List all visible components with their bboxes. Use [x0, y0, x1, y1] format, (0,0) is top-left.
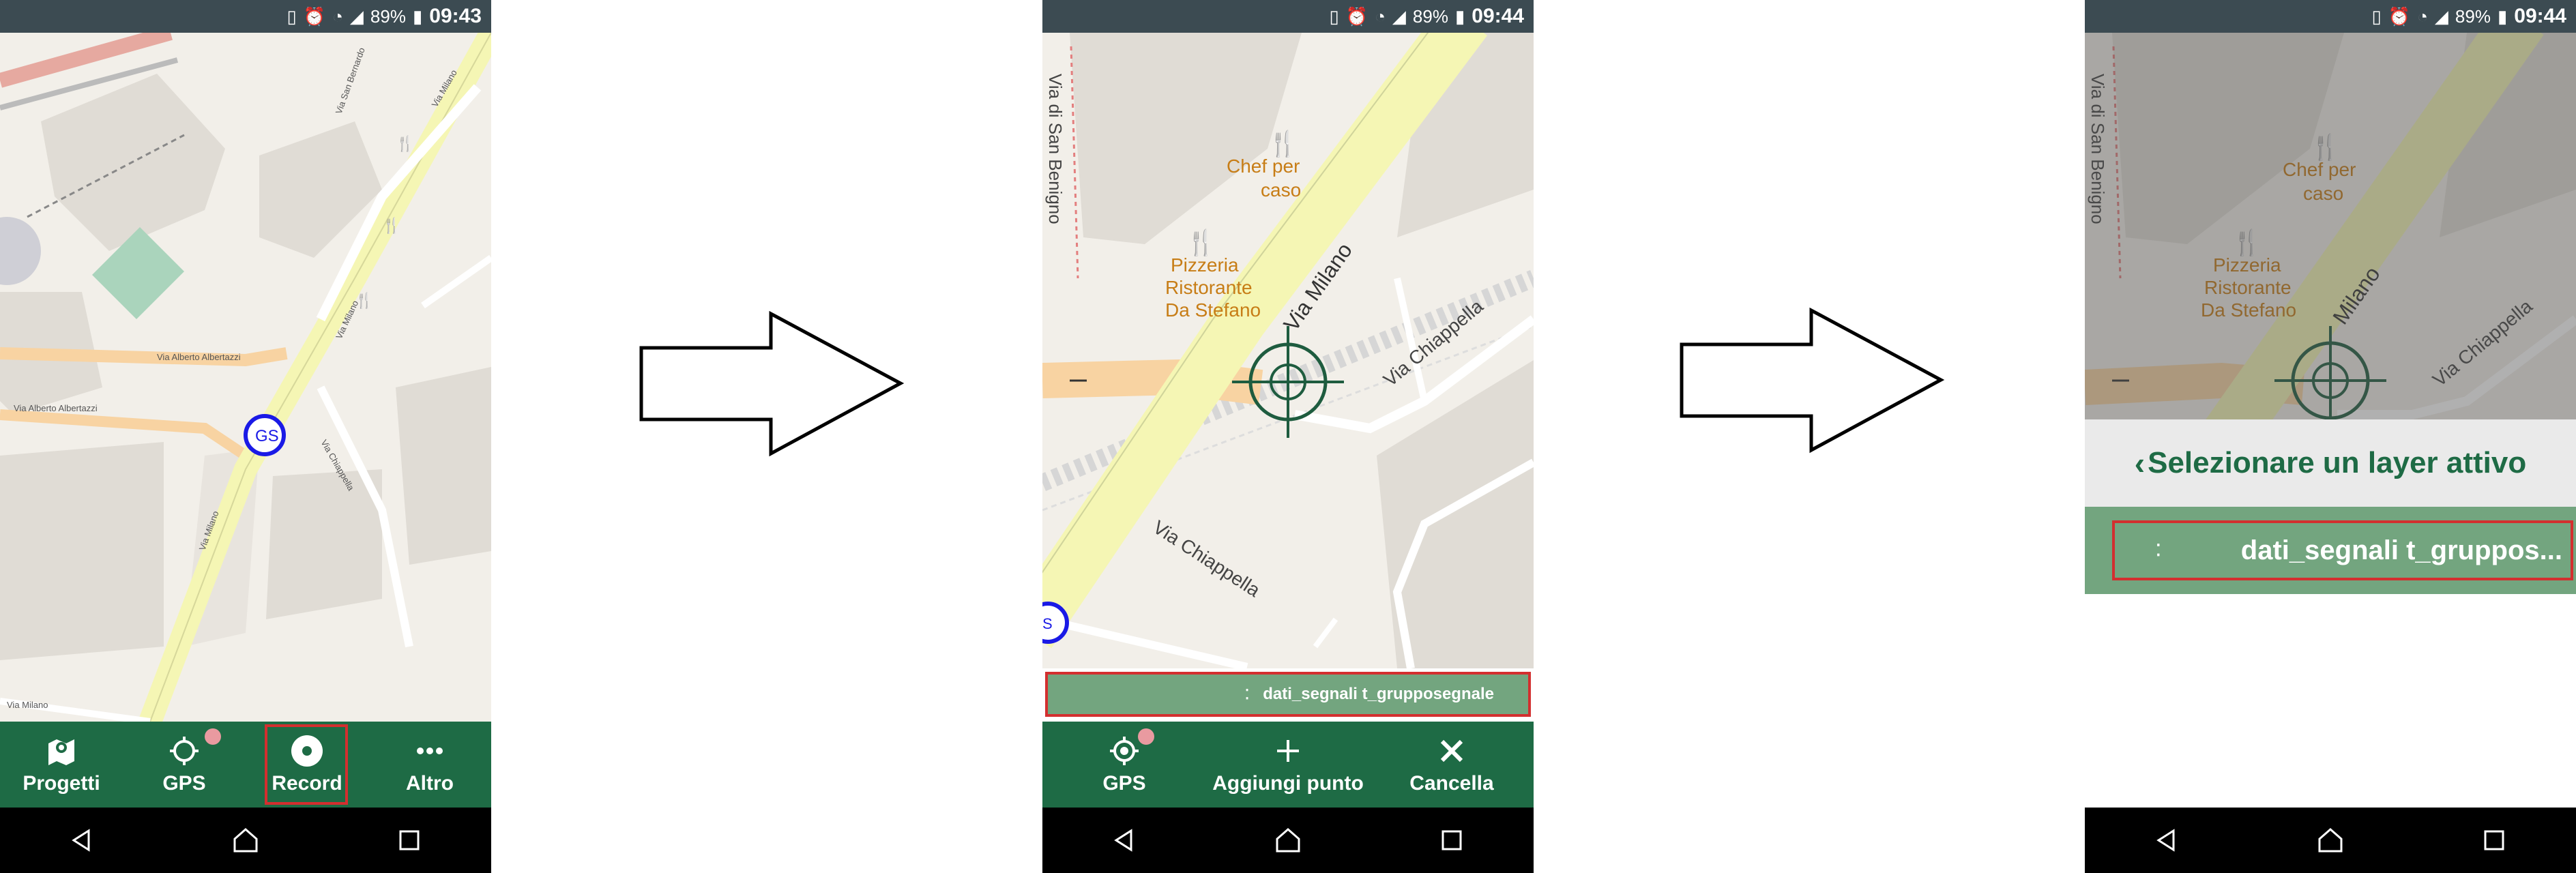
wifi-icon: ◔	[1375, 6, 1386, 27]
plus-icon	[1271, 734, 1305, 768]
active-layer-bar[interactable]: ⁚ dati_segnali t_grupposegnale	[1045, 672, 1531, 717]
dim-overlay	[2085, 33, 2576, 419]
svg-text:🍴: 🍴	[355, 292, 373, 310]
gps-label: GPS	[162, 772, 206, 795]
signal-icon: ◢	[1392, 6, 1406, 27]
gps-marker: GS	[255, 427, 279, 445]
record-highlight	[265, 724, 348, 805]
svg-text:Via Alberto Albertazzi: Via Alberto Albertazzi	[14, 403, 98, 413]
layer-item-label: dati_segnali t_gruppos...	[2240, 535, 2562, 565]
projects-label: Progetti	[23, 772, 100, 795]
status-bar: ▯ ⏰ ◔ ◢ 89% ▮ 09:43	[0, 0, 491, 33]
layer-point-icon: ⁚	[1244, 687, 1250, 702]
poi-label-chef-1: Chef per	[1227, 156, 1300, 177]
signal-icon: ◢	[349, 6, 364, 27]
gps-status-badge	[205, 728, 221, 745]
battery-icon: ▮	[412, 6, 423, 27]
svg-text:Via Alberto Albertazzi: Via Alberto Albertazzi	[157, 352, 241, 362]
recents-icon[interactable]	[2467, 813, 2521, 868]
close-icon	[1435, 734, 1469, 768]
projects-button[interactable]: Progetti	[0, 722, 123, 808]
dialog-title: Selezionare un layer attivo	[2148, 446, 2527, 479]
recents-icon[interactable]	[1424, 813, 1479, 868]
gps-label: GPS	[1102, 772, 1146, 795]
wifi-icon: ◔	[332, 6, 343, 27]
battery-percent: 89%	[2455, 5, 2491, 27]
alarm-icon: ⏰	[1345, 6, 1368, 27]
poi-label-pizzeria-2: Ristorante	[1165, 277, 1253, 298]
layer-item-highlight[interactable]: ⁚ dati_segnali t_gruppos...	[2112, 520, 2573, 580]
more-label: Altro	[406, 772, 454, 795]
battery-icon: ▮	[1454, 6, 1465, 27]
svg-text:🍴: 🍴	[396, 135, 414, 153]
more-button[interactable]: Altro	[368, 722, 491, 808]
restaurant-icon: 🍴	[1186, 228, 1216, 257]
layer-point-icon: ⁚	[2156, 541, 2161, 560]
android-nav-bar	[0, 808, 491, 873]
clock: 09:43	[429, 5, 482, 27]
cancel-label: Cancella	[1409, 772, 1494, 795]
phone-screen-3: ▯ ⏰ ◔ ◢ 89% ▮ 09:44 Chef per caso Pizzer…	[2085, 0, 2576, 873]
android-nav-bar	[1042, 808, 1534, 873]
dialog-empty-area	[2085, 594, 2576, 808]
layer-dialog-header: ‹ Selezionare un layer attivo	[2085, 419, 2576, 507]
gps-crosshair-icon	[167, 734, 201, 768]
battery-percent: 89%	[1412, 5, 1448, 27]
poi-label-pizzeria-3: Da Stefano	[1165, 299, 1261, 321]
status-bar: ▯ ⏰ ◔ ◢ 89% ▮ 09:44	[1042, 0, 1534, 33]
home-icon[interactable]	[2303, 813, 2358, 868]
phone-screen-1: ▯ ⏰ ◔ ◢ 89% ▮ 09:43 Via Alberto Albertaz…	[0, 0, 491, 873]
add-point-label: Aggiungi punto	[1212, 772, 1364, 795]
android-nav-bar	[2085, 808, 2576, 873]
map-icon	[44, 734, 78, 768]
back-chevron-icon[interactable]: ‹	[2135, 445, 2145, 482]
gps-icon	[1107, 734, 1141, 768]
clock: 09:44	[1472, 5, 1524, 27]
more-dots-icon	[413, 734, 447, 768]
back-icon[interactable]	[2139, 813, 2194, 868]
cancel-button[interactable]: Cancella	[1370, 722, 1534, 808]
gps-button[interactable]: GPS	[1042, 722, 1206, 808]
add-point-button[interactable]: Aggiungi punto	[1206, 722, 1370, 808]
home-icon[interactable]	[1261, 813, 1315, 868]
map-view[interactable]: Chef per caso Pizzeria Ristorante Da Ste…	[1042, 33, 1534, 668]
vibrate-icon: ▯	[287, 6, 297, 27]
home-icon[interactable]	[218, 813, 273, 868]
battery-icon: ▮	[2497, 6, 2508, 27]
alarm-icon: ⏰	[2388, 6, 2411, 27]
svg-text:🍴: 🍴	[382, 217, 400, 235]
flow-arrow-right-icon	[1680, 307, 1945, 454]
active-layer-label: dati_segnali t_grupposegnale	[1263, 685, 1494, 703]
back-icon[interactable]	[1097, 813, 1152, 868]
gps-button[interactable]: GPS	[123, 722, 246, 808]
status-bar: ▯ ⏰ ◔ ◢ 89% ▮ 09:44	[2085, 0, 2576, 33]
bottom-toolbar: Progetti GPS Record Altro	[0, 722, 491, 808]
gps-marker: S	[1042, 615, 1053, 632]
battery-percent: 89%	[370, 5, 406, 27]
svg-text:Via Milano: Via Milano	[7, 700, 48, 710]
phone-screen-2: ▯ ⏰ ◔ ◢ 89% ▮ 09:44 Chef per caso Pizzer…	[1042, 0, 1534, 873]
vibrate-icon: ▯	[2371, 6, 2382, 27]
road-label-san-benigno: Via di San Benigno	[1045, 74, 1066, 224]
wifi-icon: ◔	[2417, 6, 2428, 27]
recents-icon[interactable]	[382, 813, 437, 868]
layer-list-item[interactable]: ⁚ dati_segnali t_gruppos...	[2085, 507, 2576, 594]
restaurant-icon: 🍴	[1268, 130, 1298, 158]
signal-icon: ◢	[2434, 6, 2448, 27]
poi-label-pizzeria-1: Pizzeria	[1171, 254, 1239, 276]
clock: 09:44	[2514, 5, 2566, 27]
alarm-icon: ⏰	[303, 6, 326, 27]
vibrate-icon: ▯	[1329, 6, 1339, 27]
back-icon[interactable]	[55, 813, 109, 868]
poi-label-chef-2: caso	[1261, 179, 1301, 201]
flow-arrow-right-icon	[639, 310, 905, 457]
bottom-toolbar: GPS Aggiungi punto Cancella	[1042, 722, 1534, 808]
map-view[interactable]: Via Alberto Albertazzi Via Alberto Alber…	[0, 33, 491, 722]
gps-status-badge	[1138, 728, 1154, 745]
